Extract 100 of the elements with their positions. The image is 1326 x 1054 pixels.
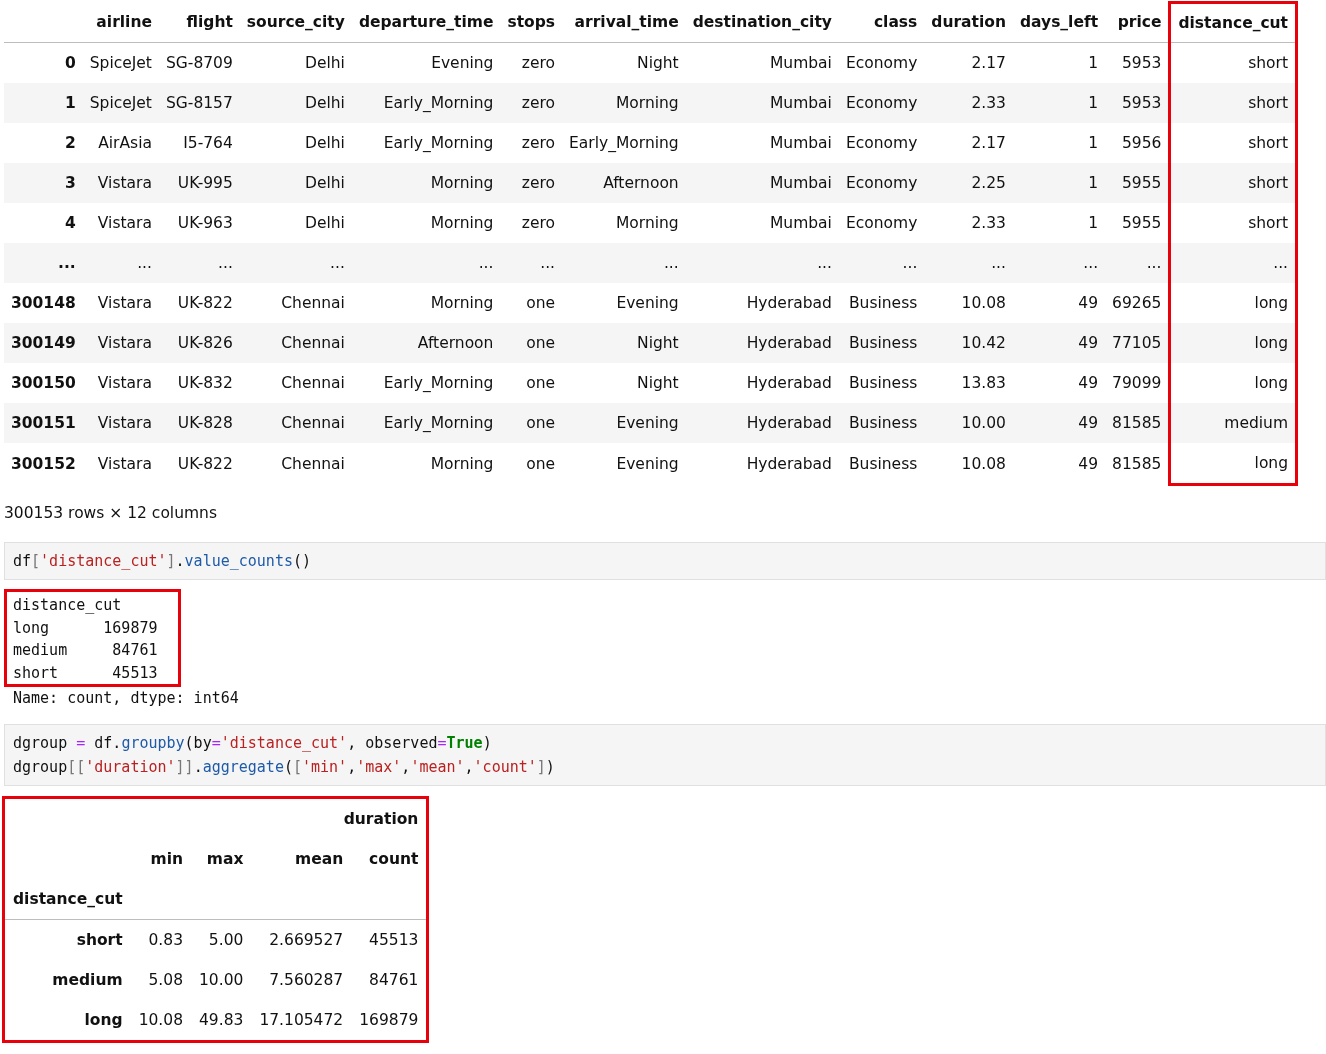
table-cell: Economy bbox=[838, 42, 925, 83]
code-text: df bbox=[13, 552, 32, 570]
table-cell: I5-764 bbox=[158, 123, 240, 163]
table-cell: Afternoon bbox=[351, 323, 501, 363]
table-cell: Evening bbox=[562, 283, 686, 323]
column-header: count bbox=[368, 848, 420, 870]
code-function: aggregate bbox=[202, 757, 284, 776]
table-cell: UK-832 bbox=[158, 363, 240, 403]
table-cell: Chennai bbox=[239, 443, 352, 485]
table-cell: ... bbox=[1169, 243, 1297, 283]
row-index: ... bbox=[4, 243, 83, 283]
table-cell: ... bbox=[158, 243, 240, 283]
table-cell: Hyderabad bbox=[685, 323, 839, 363]
table-cell: Early_Morning bbox=[351, 363, 501, 403]
table-cell: ... bbox=[351, 243, 501, 283]
table-cell: Economy bbox=[838, 123, 925, 163]
column-header: source_city bbox=[239, 2, 352, 43]
code-string: 'distance_cut' bbox=[40, 552, 167, 570]
table-cell: Chennai bbox=[239, 363, 352, 403]
table-cell: Vistara bbox=[82, 203, 159, 243]
table-cell: SG-8157 bbox=[158, 83, 240, 123]
table-cell: Mumbai bbox=[685, 42, 839, 83]
table-cell: 2.33 bbox=[924, 83, 1013, 123]
output-line: medium 84761 bbox=[13, 640, 158, 661]
table-cell: short bbox=[1169, 83, 1297, 123]
table-cell: 49 bbox=[1012, 323, 1106, 363]
table-cell: Night bbox=[562, 42, 686, 83]
table-cell: UK-963 bbox=[158, 203, 240, 243]
table-cell: 10.08 bbox=[924, 443, 1013, 485]
column-header: distance_cut bbox=[1169, 2, 1297, 43]
table-cell: Early_Morning bbox=[351, 123, 501, 163]
column-header: max bbox=[205, 848, 245, 870]
row-index: 300149 bbox=[4, 323, 83, 363]
code-text: . bbox=[193, 757, 203, 776]
code-text: dgroup bbox=[13, 757, 68, 776]
table-cell: 2.17 bbox=[924, 42, 1013, 83]
table-cell: SG-8709 bbox=[158, 42, 240, 83]
row-index: 0 bbox=[4, 42, 83, 83]
column-header: destination_city bbox=[685, 2, 839, 43]
table-cell: zero bbox=[500, 203, 563, 243]
table-cell: one bbox=[500, 363, 563, 403]
table-cell: 5953 bbox=[1105, 42, 1170, 83]
table-cell: 2.25 bbox=[924, 163, 1013, 203]
table-cell: Morning bbox=[351, 283, 501, 323]
column-header: flight bbox=[158, 2, 240, 43]
row-index: long bbox=[83, 1009, 124, 1031]
table-cell: 49 bbox=[1012, 403, 1106, 443]
table-cell: Business bbox=[838, 323, 925, 363]
table-cell: Mumbai bbox=[685, 203, 839, 243]
code-operator: = bbox=[211, 733, 221, 752]
table-cell: UK-826 bbox=[158, 323, 240, 363]
table-cell: 1 bbox=[1012, 83, 1106, 123]
code-string: 'count' bbox=[473, 757, 537, 776]
table-cell: Night bbox=[562, 323, 686, 363]
code-text: dgroup bbox=[13, 733, 69, 752]
table-cell: Mumbai bbox=[685, 123, 839, 163]
table-cell: medium bbox=[1169, 403, 1297, 443]
code-function: groupby bbox=[121, 733, 185, 752]
row-index: 3 bbox=[4, 163, 83, 203]
code-string: 'distance_cut' bbox=[220, 733, 348, 752]
output-line: distance_cut bbox=[13, 595, 123, 616]
table-cell: Chennai bbox=[239, 323, 352, 363]
code-cell[interactable]: dgroup = df.groupby(by='distance_cut', observed=True) dgroup[['duration']].aggregate(['min','max','mean','count']) bbox=[4, 723, 1326, 786]
table-cell: Evening bbox=[562, 443, 686, 485]
table-cell: 5.00 bbox=[191, 919, 252, 960]
code-bracket: ] bbox=[166, 552, 176, 570]
code-string: 'min' bbox=[302, 757, 348, 776]
table-cell-text: 5.08 bbox=[147, 969, 184, 991]
table-cell: ... bbox=[82, 243, 159, 283]
code-text: df. bbox=[93, 733, 122, 752]
table-cell: Early_Morning bbox=[351, 83, 501, 123]
table-cell: Night bbox=[562, 363, 686, 403]
table-cell: Morning bbox=[562, 203, 686, 243]
table-cell: Hyderabad bbox=[685, 363, 839, 403]
table-cell: one bbox=[500, 403, 563, 443]
table-cell: 49 bbox=[1012, 443, 1106, 485]
table-cell-text: 169879 bbox=[358, 1009, 420, 1031]
table-cell: Mumbai bbox=[685, 163, 839, 203]
code-cell[interactable]: df['distance_cut'].value_counts() bbox=[4, 542, 1326, 580]
table-cell: Morning bbox=[351, 443, 501, 485]
code-string: 'duration' bbox=[85, 757, 176, 776]
table-cell-text: 84761 bbox=[368, 969, 420, 991]
row-index: 300151 bbox=[4, 403, 83, 443]
code-string: 'mean' bbox=[410, 757, 465, 776]
table-cell: Economy bbox=[838, 163, 925, 203]
table-cell: ... bbox=[924, 243, 1013, 283]
table-cell: AirAsia bbox=[82, 123, 159, 163]
column-header: class bbox=[838, 2, 925, 43]
code-text: , bbox=[464, 757, 474, 776]
table-cell: Morning bbox=[562, 83, 686, 123]
row-index: 1 bbox=[4, 83, 83, 123]
table-cell: zero bbox=[500, 163, 563, 203]
table-cell: Mumbai bbox=[685, 83, 839, 123]
table-cell-text: 10.00 bbox=[198, 969, 245, 991]
table-cell-text: 10.08 bbox=[137, 1009, 184, 1031]
code-string: 'max' bbox=[356, 757, 402, 776]
table-cell-text: 17.105472 bbox=[258, 1009, 345, 1031]
table-cell: ... bbox=[500, 243, 563, 283]
table-cell: 2.17 bbox=[924, 123, 1013, 163]
table-cell: Vistara bbox=[82, 363, 159, 403]
